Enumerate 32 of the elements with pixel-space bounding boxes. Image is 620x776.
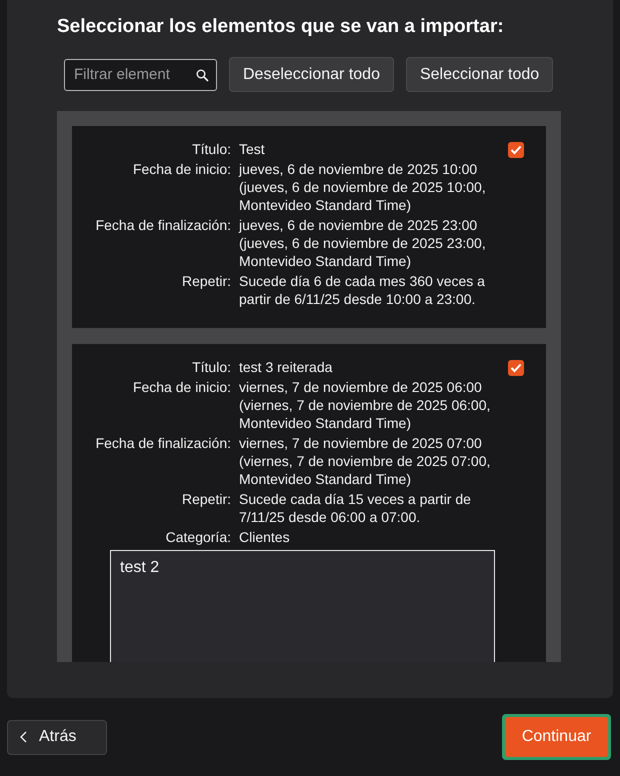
- field-label: Título:: [191, 358, 231, 376]
- field-label: Repetir:: [180, 272, 231, 291]
- field-value: Sucede día 6 de cada mes 360 veces a partir de 6/11/25 desde 10:00 a 23:00.: [239, 272, 486, 308]
- deselect-all-button[interactable]: Deseleccionar todo: [229, 57, 394, 92]
- chevron-left-icon: [20, 731, 27, 743]
- checkmark-icon: [510, 145, 522, 155]
- field-value: viernes, 7 de noviembre de 2025 07:00 (viernes, 7 de noviembre de 2025 07:00, Montevideo Standard Time): [239, 434, 492, 488]
- field-label: Fecha de inicio:: [132, 160, 231, 179]
- back-label: Atrás: [39, 728, 76, 746]
- field-value: test 3 reiterada: [239, 358, 334, 376]
- back-button[interactable]: Atrás: [7, 720, 107, 754]
- field-value: Test: [239, 140, 266, 158]
- field-value: Clientes: [239, 528, 291, 546]
- field-value: viernes, 7 de noviembre de 2025 06:00 (viernes, 7 de noviembre de 2025 06:00, Montevideo Standard Time): [239, 378, 492, 432]
- notes-field[interactable]: test 2: [110, 550, 495, 662]
- field-label: Fecha de finalización:: [94, 216, 231, 235]
- field-value: jueves, 6 de noviembre de 2025 23:00 (jueves, 6 de noviembre de 2025 23:00, Montevideo Standard Time): [239, 216, 487, 270]
- field-label: Repetir:: [180, 490, 231, 509]
- field-label: Título:: [191, 140, 231, 158]
- dialog-heading: Seleccionar los elementos que se van a importar:: [57, 16, 505, 38]
- checkmark-icon: [510, 363, 522, 373]
- item-checkbox[interactable]: [508, 360, 524, 376]
- search-icon: [196, 68, 209, 82]
- field-label: Fecha de finalización:: [94, 434, 231, 453]
- field-label: Categoría:: [164, 528, 231, 546]
- continue-button[interactable]: Continuar: [505, 717, 608, 757]
- field-value: jueves, 6 de noviembre de 2025 10:00 (jueves, 6 de noviembre de 2025 10:00, Montevideo Standard Time): [239, 160, 487, 214]
- filter-field[interactable]: Filtrar element: [64, 58, 217, 90]
- field-label: Fecha de inicio:: [132, 378, 231, 397]
- item-checkbox[interactable]: [508, 142, 524, 158]
- select-all-button[interactable]: Seleccionar todo: [406, 57, 554, 92]
- field-value: Sucede cada día 15 veces a partir de 7/11/25 desde 06:00 a 07:00.: [239, 490, 472, 526]
